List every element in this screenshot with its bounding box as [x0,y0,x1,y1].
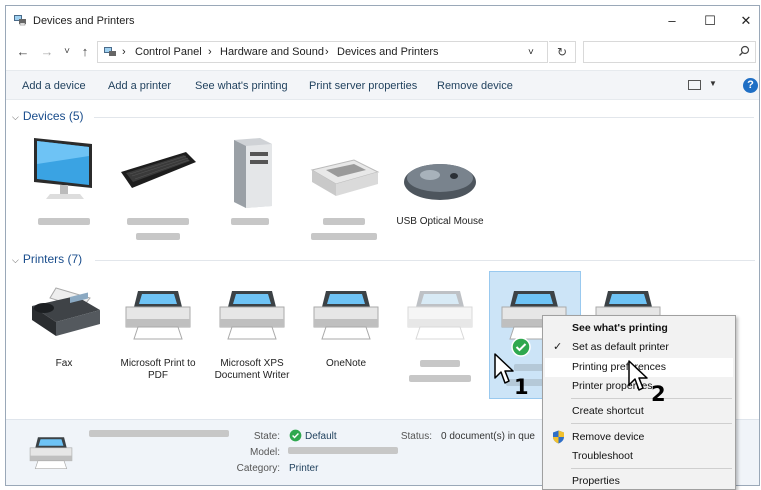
fax-icon [32,287,100,336]
search-input[interactable] [583,41,756,63]
address-field[interactable]: › Control Panel › Hardware and Sound › D… [97,41,548,63]
collapse-chevron-icon[interactable]: ⌵ [12,112,19,122]
printer-label-fax: Fax [55,358,73,369]
mouse-pointer-icon [494,353,514,384]
collapse-chevron-icon[interactable]: ⌵ [12,255,19,265]
help-icon[interactable]: ? [743,78,758,93]
printers-group-header[interactable]: ⌵ Printers (7) [12,252,82,266]
device-computer[interactable] [210,136,290,211]
printer-icon [125,291,191,340]
crumb-separator: › [208,46,212,58]
address-bar-row: ← → ˅ ↑ › Control Panel › Hardware and S… [6,38,759,66]
menu-separator [571,468,732,469]
step-number-1: 1 [514,375,529,399]
printer-context-menu: See what's printing ✓ Set as default pri… [542,315,736,490]
menu-create-shortcut[interactable]: Create shortcut [572,405,644,417]
computer-tower-icon [234,138,272,208]
printer-offline[interactable] [400,289,480,344]
keyboard-icon [121,152,196,188]
printer-onenote[interactable] [306,289,386,344]
add-device-button[interactable]: Add a device [22,80,86,92]
printer-microsoft-print-to-pdf[interactable] [118,289,198,344]
crumb-separator: › [325,46,329,58]
crumb-separator: › [122,46,126,58]
add-printer-button[interactable]: Add a printer [108,80,171,92]
printer-label-obscured [394,358,486,388]
recent-locations-icon[interactable]: ˅ [59,46,75,57]
printer-label-microsoft-xps-document-writer: Microsoft XPS Document Writer [214,358,290,381]
device-label-obscured [18,216,110,231]
menu-see-whats-printing[interactable]: See what's printing [572,322,668,334]
uac-shield-icon [553,430,564,444]
scanner-icon [310,159,380,196]
status-value: 0 document(s) in que [441,431,535,442]
model-value-obscured [287,445,399,459]
title-bar: Devices and Printers – ☐ ✕ [6,6,759,36]
state-value: Default [305,431,337,442]
window-title: Devices and Printers [33,15,135,27]
printer-label-microsoft-print-to-pdf: Microsoft Print to PDF [120,358,196,381]
device-monitor[interactable] [24,134,104,204]
status-label: Status: [400,431,432,442]
step-number-2: 2 [651,382,666,406]
view-dropdown-icon[interactable]: ▼ [709,79,717,88]
printer-microsoft-xps-document-writer[interactable] [212,289,292,344]
menu-separator [571,423,732,424]
monitor-icon [34,138,92,199]
printers-header-label: Printers (7) [22,252,83,266]
printer-icon [29,437,73,470]
menu-properties[interactable]: Properties [572,475,620,487]
device-scanner[interactable] [304,156,384,203]
device-label-obscured [298,216,390,246]
device-keyboard[interactable] [118,146,198,201]
device-label-usb-optical-mouse: USB Optical Mouse [396,216,484,227]
group-divider [95,260,755,261]
device-label-obscured [112,216,204,246]
location-icon [104,47,116,56]
address-dropdown-icon[interactable]: ˅ [528,47,534,58]
model-label: Model: [249,447,280,458]
refresh-button[interactable]: ↻ [549,41,576,63]
printer-fax[interactable] [24,286,104,343]
breadcrumb-hardware-and-sound[interactable]: Hardware and Sound [220,46,324,58]
category-label: Category: [236,463,280,474]
print-server-properties-button[interactable]: Print server properties [309,80,417,92]
printer-icon [313,291,379,340]
forward-arrow-icon[interactable]: → [39,44,55,59]
printer-icon [219,291,285,340]
default-check-icon [289,429,302,442]
category-value: Printer [289,463,319,474]
minimize-button[interactable]: – [654,10,690,32]
close-button[interactable]: ✕ [728,10,759,32]
menu-printing-preferences[interactable]: Printing preferences [572,361,666,373]
device-label-obscured [204,216,296,231]
menu-remove-device[interactable]: Remove device [572,431,644,443]
remove-device-button[interactable]: Remove device [437,80,513,92]
printer-label-onenote: OneNote [325,358,367,369]
mouse-icon [404,164,476,200]
state-label: State: [253,431,280,442]
change-view-icon[interactable] [688,80,701,90]
device-usb-optical-mouse[interactable] [400,156,480,209]
breadcrumb-control-panel[interactable]: Control Panel [135,46,202,58]
printer-name-obscured [88,428,230,442]
mouse-pointer-icon [628,360,648,391]
see-whats-printing-button[interactable]: See what's printing [195,80,288,92]
group-divider [94,117,754,118]
breadcrumb-devices-and-printers[interactable]: Devices and Printers [337,46,439,58]
up-arrow-icon[interactable]: ↑ [77,44,93,59]
devices-group-header[interactable]: ⌵ Devices (5) [12,109,84,123]
menu-set-as-default-printer[interactable]: Set as default printer [572,341,669,353]
printer-icon [407,291,473,340]
menu-troubleshoot[interactable]: Troubleshoot [572,450,633,462]
checkmark-icon: ✓ [553,341,563,353]
command-bar: Add a device Add a printer See what's pr… [6,70,759,100]
search-icon [739,45,750,56]
back-arrow-icon[interactable]: ← [15,44,31,59]
devices-printers-app-icon [14,15,26,26]
devices-header-label: Devices (5) [22,109,84,123]
maximize-button[interactable]: ☐ [692,10,728,32]
